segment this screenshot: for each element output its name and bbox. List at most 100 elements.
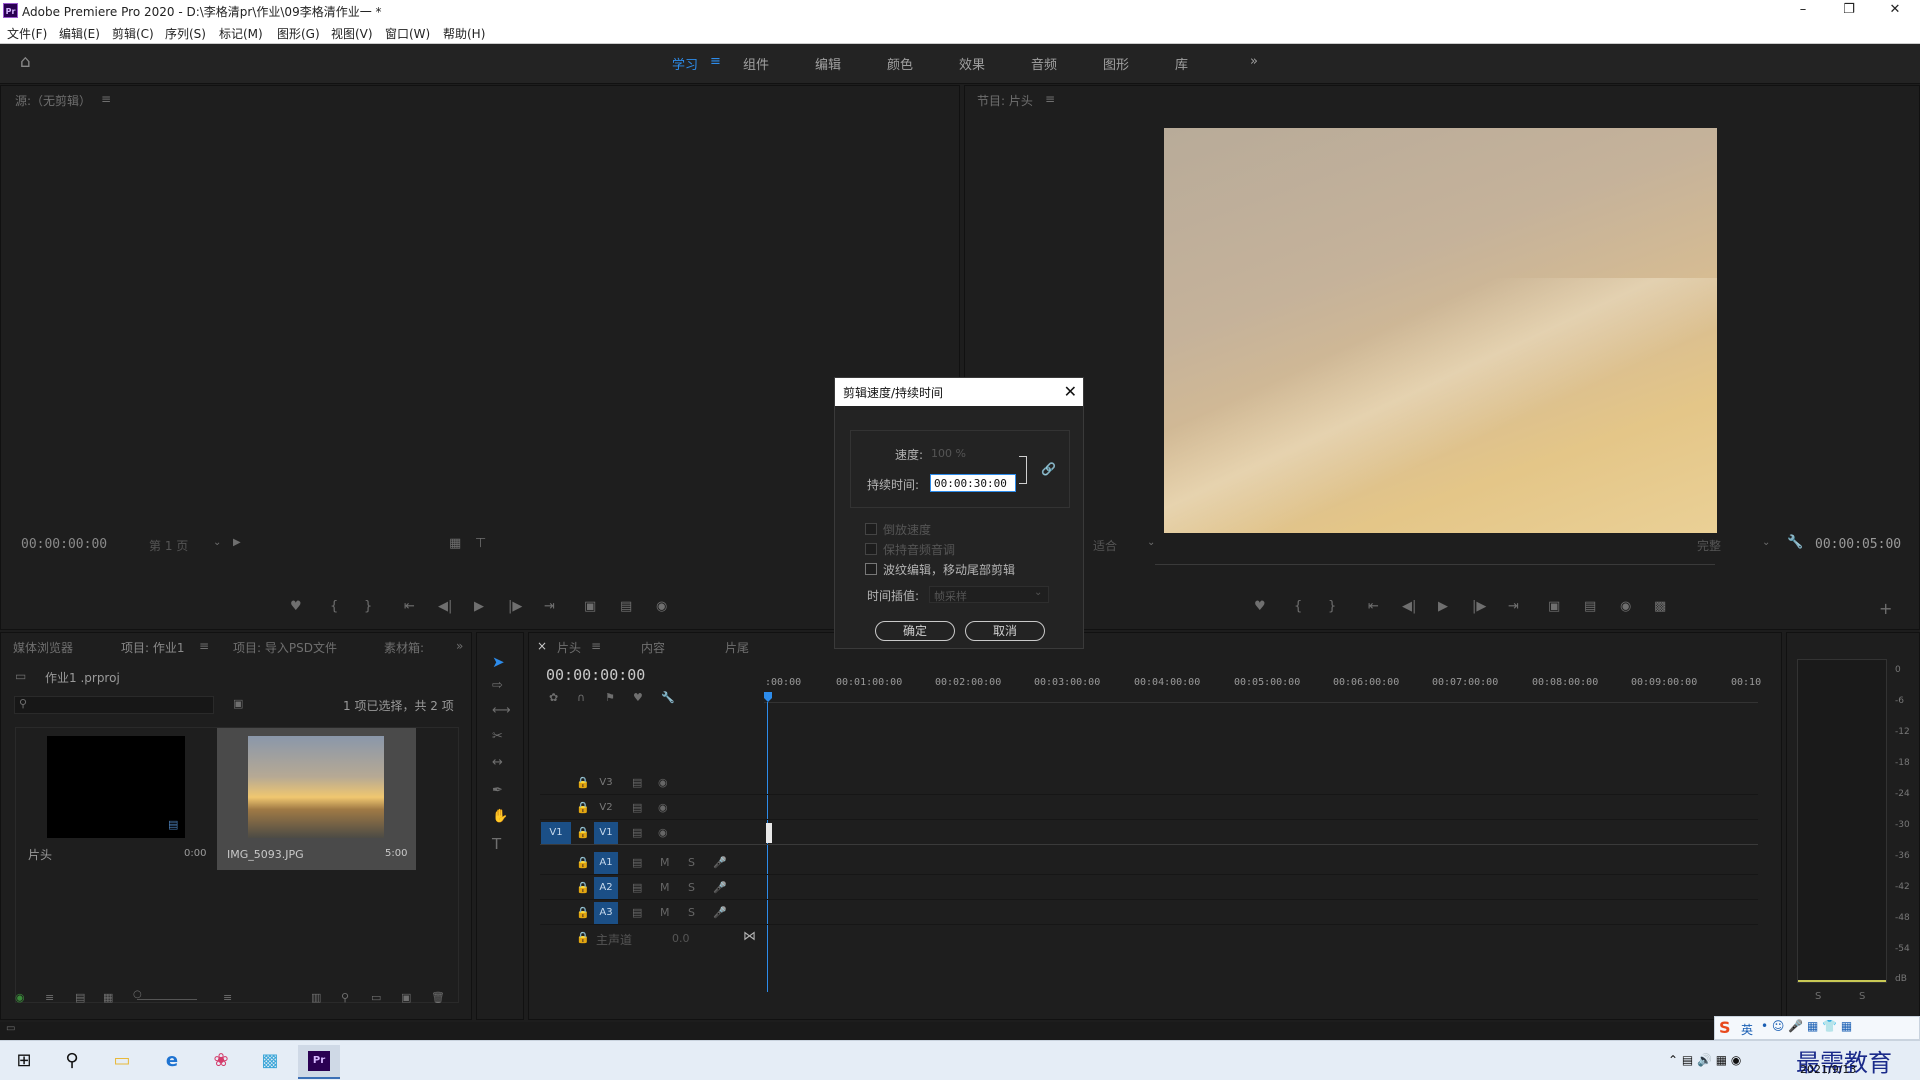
eye-icon[interactable]: ◉ <box>658 801 668 814</box>
mark-out-icon[interactable]: } <box>1328 599 1336 614</box>
premiere-taskbar-button[interactable]: Pr <box>298 1045 340 1079</box>
step-back-icon[interactable]: ◀| <box>1402 599 1416 614</box>
edge-browser-icon[interactable]: e <box>160 1049 184 1073</box>
project-item-img5093[interactable]: IMG_5093.JPG 5:00 <box>217 728 416 870</box>
sync-lock-icon[interactable]: ▤ <box>632 826 642 839</box>
microphone-icon[interactable]: 🎤 <box>713 881 727 894</box>
lock-icon[interactable]: 🔒 <box>576 881 590 894</box>
step-back-icon[interactable]: ◀| <box>438 599 452 614</box>
workspace-effects[interactable]: 效果 <box>959 54 985 73</box>
overwrite-icon[interactable]: ▤ <box>620 599 632 614</box>
go-to-in-icon[interactable]: ⇤ <box>1368 599 1379 614</box>
zoom-slider-handle-icon[interactable]: ○ <box>133 989 142 1000</box>
type-tool-icon[interactable]: T <box>492 835 501 853</box>
checkbox-reverse-speed[interactable] <box>865 523 877 535</box>
eye-icon[interactable]: ◉ <box>658 826 668 839</box>
workspace-libraries[interactable]: 库 <box>1175 54 1188 73</box>
eye-icon[interactable]: ◉ <box>658 776 668 789</box>
step-forward-icon[interactable]: |▶ <box>508 599 522 614</box>
compare-view-icon[interactable]: ▩ <box>1654 599 1666 614</box>
pen-tool-icon[interactable]: ✒ <box>492 783 503 798</box>
timeline-timecode[interactable]: 00:00:00:00 <box>546 666 645 684</box>
track-select-tool-icon[interactable]: ⇨ <box>492 678 503 693</box>
list-view-icon[interactable]: ≡ <box>45 991 54 1004</box>
track-label[interactable]: V1 <box>594 822 618 844</box>
solo-icon[interactable]: S <box>688 881 695 894</box>
sort-icon[interactable]: ≡ <box>223 991 232 1004</box>
track-label[interactable]: A2 <box>594 877 618 899</box>
menu-clip[interactable]: 剪辑(C) <box>112 25 154 42</box>
insert-icon[interactable]: ▣ <box>584 599 596 614</box>
tray-icons[interactable]: ⌃ ▤ 🔊 ▦ ◉ <box>1668 1053 1741 1067</box>
taskbar-date[interactable]: 2021/9/13 <box>1800 1063 1856 1076</box>
windows-start-icon[interactable]: ⊞ <box>12 1049 36 1073</box>
solo-right-button[interactable]: S <box>1859 991 1865 1002</box>
solo-icon[interactable]: S <box>688 856 695 869</box>
mark-in-icon[interactable]: { <box>1294 599 1302 614</box>
minimize-button[interactable]: – <box>1780 0 1826 22</box>
add-marker-icon[interactable]: ♥ <box>1254 599 1266 614</box>
mark-out-icon[interactable]: } <box>364 599 372 614</box>
project-item-pianto[interactable]: ▤ 片头 0:00 <box>16 728 215 868</box>
slip-tool-icon[interactable]: ↔ <box>492 755 503 770</box>
dialog-close-icon[interactable]: ✕ <box>1064 382 1077 401</box>
track-label[interactable]: A1 <box>594 852 618 874</box>
drawing-app-icon[interactable]: ❀ <box>209 1049 233 1073</box>
workspace-graphics[interactable]: 图形 <box>1103 54 1129 73</box>
timeline-tab-neirong[interactable]: 内容 <box>641 639 665 656</box>
sync-lock-icon[interactable]: ▤ <box>632 856 642 869</box>
extract-icon[interactable]: ▤ <box>1584 599 1596 614</box>
ripple-edit-tool-icon[interactable]: ⟷ <box>492 703 511 718</box>
source-patch-v1[interactable]: V1 <box>541 822 571 844</box>
file-explorer-icon[interactable]: ▭ <box>110 1049 134 1073</box>
mark-in-icon[interactable]: { <box>330 599 338 614</box>
tab-project-import-psd[interactable]: 项目: 导入PSD文件 <box>233 639 337 656</box>
panel-menu-icon[interactable]: ≡ <box>101 92 111 106</box>
solo-icon[interactable]: S <box>688 906 695 919</box>
snap-icon[interactable]: ∩ <box>577 691 585 704</box>
lock-icon[interactable]: 🔒 <box>576 856 590 869</box>
lock-icon[interactable]: ◉ <box>15 991 25 1004</box>
program-time-ruler[interactable] <box>1155 564 1715 565</box>
sync-lock-icon[interactable]: ▤ <box>632 801 642 814</box>
close-tab-icon[interactable]: × <box>537 639 547 653</box>
menu-graphics[interactable]: 图形(G) <box>277 25 320 42</box>
checkbox-ripple-edit[interactable] <box>865 563 877 575</box>
checkbox-maintain-pitch[interactable] <box>865 543 877 555</box>
timeline-tab-pianwei[interactable]: 片尾 <box>725 639 749 656</box>
tab-project-zuoye1[interactable]: 项目: 作业1 <box>121 639 185 656</box>
lock-icon[interactable]: 🔒 <box>576 826 590 839</box>
workspace-learn[interactable]: 学习 <box>672 54 698 73</box>
sync-lock-icon[interactable]: ▤ <box>632 881 642 894</box>
workspace-menu-icon[interactable]: ≡ <box>710 54 721 69</box>
solo-left-button[interactable]: S <box>1815 991 1821 1002</box>
master-volume-value[interactable]: 0.0 <box>672 932 690 945</box>
media-app-icon[interactable]: ▩ <box>258 1049 282 1073</box>
microphone-icon[interactable]: 🎤 <box>713 906 727 919</box>
workspace-overflow-icon[interactable]: » <box>1250 54 1258 69</box>
trash-icon[interactable]: 🗑 <box>431 991 445 1004</box>
timeline-ruler[interactable] <box>764 695 1758 703</box>
program-monitor-tab[interactable]: 节目: 片头 <box>977 92 1033 109</box>
export-frame-icon[interactable]: ◉ <box>1620 599 1631 614</box>
track-zoom-handle-icon[interactable]: ⋈ <box>743 929 756 944</box>
export-frame-icon[interactable]: ◉ <box>656 599 667 614</box>
cancel-button[interactable]: 取消 <box>965 621 1045 641</box>
timeline-tab-pianto[interactable]: 片头 <box>557 639 581 656</box>
menu-view[interactable]: 视图(V) <box>331 25 373 42</box>
program-timecode[interactable]: 00:00:05:00 <box>1815 537 1901 552</box>
tab-media-browser[interactable]: 媒体浏览器 <box>13 639 73 656</box>
icon-view-icon[interactable]: ▤ <box>75 991 85 1004</box>
source-monitor-tab[interactable]: 源:（无剪辑） <box>15 92 91 109</box>
timeline-settings-icon[interactable]: 🔧 <box>661 691 675 704</box>
chain-link-icon[interactable]: 🔗 <box>1041 462 1056 476</box>
fit-select[interactable]: 适合 <box>1093 537 1117 554</box>
add-marker-icon[interactable]: ♥ <box>633 691 643 704</box>
add-button-icon[interactable]: + <box>1879 599 1892 618</box>
step-forward-icon[interactable]: |▶ <box>1472 599 1486 614</box>
panel-menu-icon[interactable]: ≡ <box>1045 92 1055 106</box>
search-icon[interactable]: ⚲ <box>60 1049 84 1073</box>
clip-on-v1[interactable] <box>766 823 772 843</box>
microphone-icon[interactable]: 🎤 <box>713 856 727 869</box>
wrench-icon[interactable]: 🔧 <box>1787 535 1803 550</box>
